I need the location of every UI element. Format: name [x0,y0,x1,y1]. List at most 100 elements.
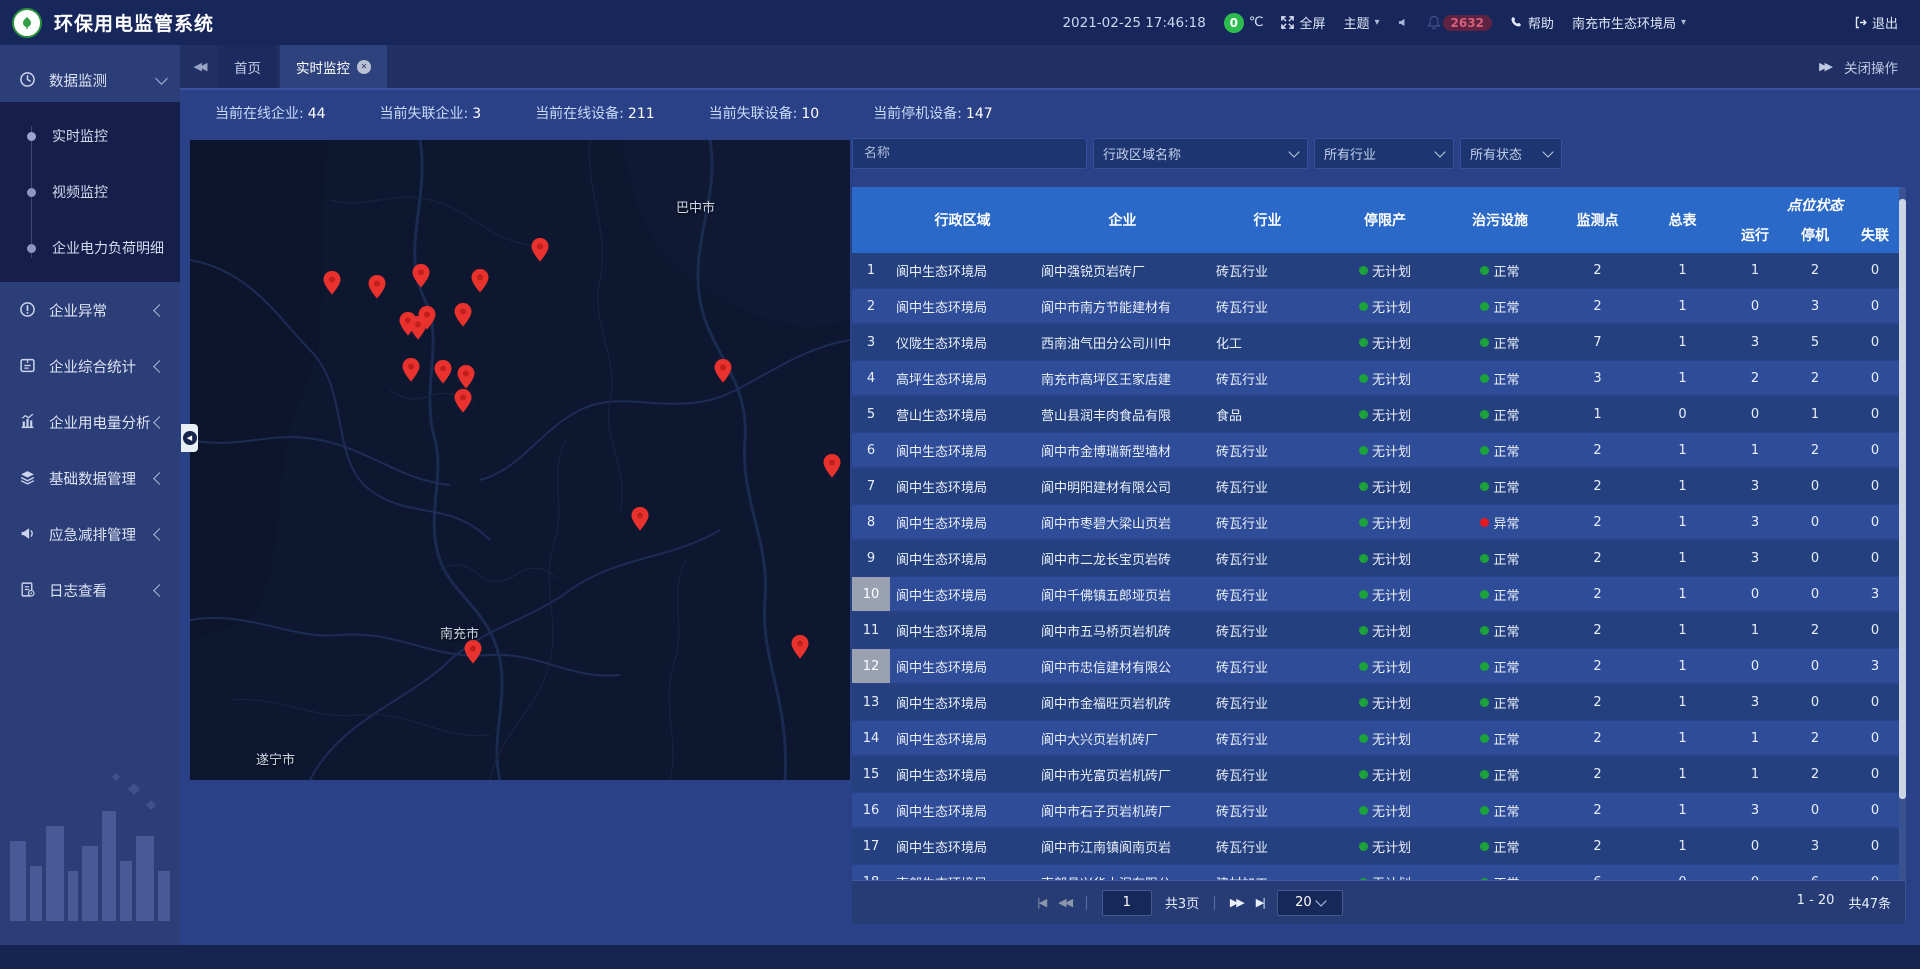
mute-button[interactable] [1398,17,1409,28]
map-pin[interactable] [823,454,841,478]
stat-value: 211 [628,106,655,122]
cell-stopped: 1 [1785,397,1845,431]
table-row[interactable]: 3仪陇生态环境局西南油气田分公司川中化工无计划正常71350 [852,325,1905,359]
table-row[interactable]: 2阆中生态环境局阆中市南方节能建材有砖瓦行业无计划正常21030 [852,289,1905,323]
sidebar-collapse-button[interactable]: ◀ [181,424,198,452]
map-pin[interactable] [402,358,420,382]
theme-dropdown[interactable]: 主题▾ [1343,13,1379,32]
map-pin[interactable] [457,365,475,389]
cell-industry: 砖瓦行业 [1210,505,1325,539]
table-row[interactable]: 12阆中生态环境局阆中市忠信建材有限公砖瓦行业无计划正常21003 [852,649,1905,683]
table-row[interactable]: 15阆中生态环境局阆中市光富页岩机砖厂砖瓦行业无计划正常21120 [852,757,1905,791]
table-row[interactable]: 7阆中生态环境局阆中明阳建材有限公司砖瓦行业无计划正常21300 [852,469,1905,503]
cell-running: 3 [1725,469,1785,503]
logout-button[interactable]: 退出 [1854,13,1898,32]
map-pin[interactable] [418,306,436,330]
tab-home[interactable]: 首页 [218,45,277,88]
table-row[interactable]: 13阆中生态环境局阆中市金福旺页岩机砖砖瓦行业无计划正常21300 [852,685,1905,719]
temperature-unit: ℃ [1249,15,1264,30]
map-city-label: 南充市 [440,623,479,642]
app-window: 环保用电监管系统 2021-02-25 17:46:18 0 ℃ 全屏 主题▾ … [0,0,1920,969]
first-page-icon[interactable]: |◀ [1037,896,1045,909]
region-filter-select[interactable]: 行政区域名称 [1093,138,1308,169]
next-page-icon[interactable]: ▶▶ [1230,896,1243,909]
row-index: 4 [852,361,890,395]
page-size-select[interactable]: 20 [1277,890,1343,916]
status-text: 无计划 [1372,657,1411,676]
sidebar-submenu-item[interactable]: 实时监控 [0,108,180,164]
cell-company: 南部县兴华水泥有限公 [1035,865,1210,880]
sidebar-menu-item[interactable]: 基础数据管理 [0,450,180,506]
status-text: 无计划 [1372,621,1411,640]
map-pin[interactable] [412,264,430,288]
status-dot-icon [1359,806,1368,815]
table-row[interactable]: 5营山生态环境局营山县润丰肉食品有限食品无计划正常10010 [852,397,1905,431]
scrollbar-thumb[interactable] [1899,199,1906,799]
map-pin[interactable] [531,238,549,262]
help-button[interactable]: 帮助 [1510,13,1554,32]
cell-region: 阆中生态环境局 [890,253,1035,287]
last-page-icon[interactable]: ▶| [1256,896,1264,909]
status-dot-icon [1480,302,1489,311]
status-dot-icon [1359,842,1368,851]
table-row[interactable]: 8阆中生态环境局阆中市枣碧大梁山页岩砖瓦行业无计划异常21300 [852,505,1905,539]
tab-realtime-monitor[interactable]: 实时监控 ✕ [280,45,387,88]
sidebar-submenu-item[interactable]: 企业电力负荷明细 [0,220,180,276]
table-row[interactable]: 17阆中生态环境局阆中市江南镇阆南页岩砖瓦行业无计划正常21030 [852,829,1905,863]
org-dropdown[interactable]: 南充市生态环境局▾ [1572,13,1686,32]
cell-production-limit: 无计划 [1325,793,1445,827]
map-pin[interactable] [464,640,482,664]
table-row[interactable]: 11阆中生态环境局阆中市五马桥页岩机砖砖瓦行业无计划正常21120 [852,613,1905,647]
map-pin[interactable] [434,360,452,384]
name-filter-input[interactable] [862,145,1077,162]
table-row[interactable]: 1阆中生态环境局阆中强锐页岩砖厂砖瓦行业无计划正常21120 [852,253,1905,287]
status-dot-icon [1480,554,1489,563]
sidebar-menu-item[interactable]: 企业异常 [0,282,180,338]
sidebar-submenu-item[interactable]: 视频监控 [0,164,180,220]
table-row[interactable]: 9阆中生态环境局阆中市二龙长宝页岩砖砖瓦行业无计划正常21300 [852,541,1905,575]
sidebar-menu-item[interactable]: 数据监测 [0,58,180,102]
city-skyline-decoration [0,771,180,921]
table-header: 行政区域 企业 行业 停限产 治污设施 监测点 总表 点位状态 运行 停机 失联 [852,187,1905,253]
status-filter-select[interactable]: 所有状态 [1460,138,1562,169]
map-pin[interactable] [471,269,489,293]
name-filter-field[interactable] [852,138,1087,169]
fullscreen-button[interactable]: 全屏 [1281,13,1325,32]
table-row[interactable]: 6阆中生态环境局阆中市金博瑞新型墙材砖瓦行业无计划正常21120 [852,433,1905,467]
sidebar-menu-item[interactable]: 企业用电量分析 [0,394,180,450]
table-row[interactable]: 18南部生态环境局南部县兴华水泥有限公建材加工无计划正常60060 [852,865,1905,880]
page-number-input[interactable]: 1 [1102,890,1152,916]
cell-running: 3 [1725,541,1785,575]
cell-company: 阆中市南方节能建材有 [1035,289,1210,323]
industry-filter-select[interactable]: 所有行业 [1314,138,1454,169]
map-pin[interactable] [454,389,472,413]
table-row[interactable]: 14阆中生态环境局阆中大兴页岩机砖厂砖瓦行业无计划正常21120 [852,721,1905,755]
table-row[interactable]: 16阆中生态环境局阆中市石子页岩机砖厂砖瓦行业无计划正常21300 [852,793,1905,827]
map-panel[interactable]: 巴中市南充市遂宁市 [190,140,850,780]
column-index [852,187,890,253]
cell-production-limit: 无计划 [1325,253,1445,287]
cell-pollution-facility: 正常 [1445,253,1555,287]
map-pin[interactable] [791,635,809,659]
close-tab-icon[interactable]: ✕ [357,60,371,74]
prev-page-icon[interactable]: ◀◀ [1058,896,1071,909]
cell-master-meter: 0 [1640,865,1725,880]
table-row[interactable]: 4高坪生态环境局南充市高坪区王家店建砖瓦行业无计划正常31220 [852,361,1905,395]
map-pin[interactable] [454,303,472,327]
notifications-button[interactable]: 2632 [1427,15,1492,31]
sidebar-menu-item[interactable]: 企业综合统计 [0,338,180,394]
map-pin[interactable] [368,275,386,299]
sidebar-menu-item[interactable]: 应急减排管理 [0,506,180,562]
map-pin[interactable] [631,507,649,531]
map-pin[interactable] [323,271,341,295]
close-operations-button[interactable]: 关闭操作 [1844,57,1898,77]
sidebar-menu-item[interactable]: 日志查看 [0,562,180,618]
map-pin[interactable] [714,359,732,383]
row-index: 3 [852,325,890,359]
tabs-scroll-left-icon[interactable]: ◀◀ [180,45,218,88]
table-row[interactable]: 10阆中生态环境局阆中千佛镇五郎垭页岩砖瓦行业无计划正常21003 [852,577,1905,611]
tabs-scroll-right-icon[interactable]: ▶▶ [1819,60,1830,73]
sidebar-item-label: 企业用电量分析 [49,412,155,433]
cell-master-meter: 1 [1640,577,1725,611]
collapse-arrow-icon: ◀ [183,431,197,445]
